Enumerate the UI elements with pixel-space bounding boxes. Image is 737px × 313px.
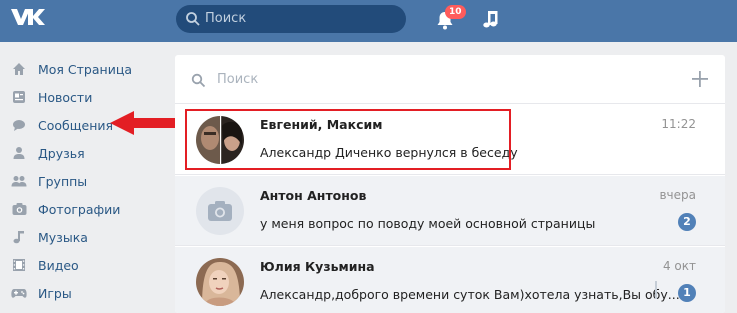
menu-item-friends[interactable]: Друзья [0, 139, 170, 167]
menu-item-label: Музыка [38, 229, 88, 245]
default-avatar [196, 187, 244, 235]
video-icon [11, 257, 27, 273]
friends-icon [11, 145, 27, 161]
dialog-last-message: у меня вопрос по поводу моей основной ст… [260, 216, 596, 231]
top-bar: Поиск 10 [0, 0, 737, 42]
search-icon [191, 73, 206, 88]
vk-logo[interactable] [9, 6, 45, 34]
messages-search-placeholder: Поиск [217, 72, 259, 87]
scrollbar-thumb[interactable] [655, 281, 657, 299]
menu-item-my-page[interactable]: Моя Страница [0, 55, 170, 83]
red-highlight-box [185, 109, 511, 170]
dialog-name: Юлия Кузьмина [260, 259, 375, 274]
messages-search-bar[interactable]: Поиск [175, 55, 725, 104]
left-menu: Моя Страница Новости Сообщения Друзья Гр… [0, 55, 170, 307]
new-message-plus-icon[interactable] [691, 70, 709, 88]
menu-item-label: Сообщения [38, 117, 114, 133]
vk-logo-icon [11, 9, 45, 25]
messages-icon [11, 117, 27, 133]
menu-item-label: Игры [38, 285, 72, 301]
home-icon [11, 61, 27, 77]
menu-item-video[interactable]: Видео [0, 251, 170, 279]
notifications-badge: 10 [445, 5, 466, 19]
menu-item-label: Видео [38, 257, 79, 273]
menu-item-label: Фотографии [38, 201, 121, 217]
unread-counter: 1 [678, 284, 696, 302]
dialog-row[interactable]: Юлия Кузьмина Александр,доброго времени … [175, 247, 725, 313]
messages-panel: Поиск Евгений, Максим Александр Диченко … [175, 55, 725, 313]
music-icon [11, 229, 27, 245]
photos-icon [11, 201, 27, 217]
news-icon [11, 89, 27, 105]
menu-item-games[interactable]: Игры [0, 279, 170, 307]
games-icon [11, 285, 27, 301]
top-search-input[interactable]: Поиск [176, 5, 406, 33]
menu-item-label: Друзья [38, 145, 85, 161]
search-icon [186, 12, 200, 26]
menu-item-groups[interactable]: Группы [0, 167, 170, 195]
menu-item-news[interactable]: Новости [0, 83, 170, 111]
dialog-time: 11:22 [661, 117, 696, 131]
dialog-row[interactable]: Антон Антонов у меня вопрос по поводу мо… [175, 176, 725, 246]
music-note-icon[interactable] [481, 9, 501, 31]
dialog-time: вчера [659, 188, 696, 202]
menu-item-music[interactable]: Музыка [0, 223, 170, 251]
top-search-placeholder: Поиск [205, 11, 247, 26]
dialog-time: 4 окт [662, 259, 696, 273]
menu-item-photos[interactable]: Фотографии [0, 195, 170, 223]
menu-item-label: Новости [38, 89, 93, 105]
groups-icon [11, 173, 27, 189]
menu-item-label: Группы [38, 173, 88, 189]
unread-counter: 2 [678, 213, 696, 231]
dialog-last-message: Александр,доброго времени суток Вам)хоте… [260, 287, 680, 302]
dialog-name: Антон Антонов [260, 188, 367, 203]
menu-item-label: Моя Страница [38, 61, 132, 77]
user-avatar [196, 258, 244, 306]
camera-icon [208, 201, 232, 221]
